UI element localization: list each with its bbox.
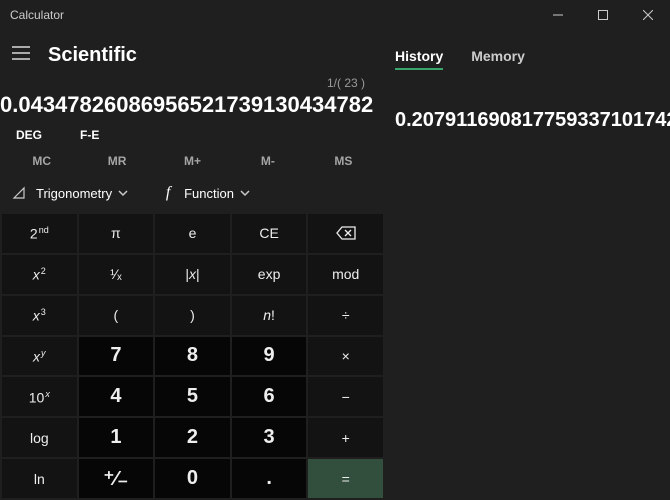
chevron-down-icon — [240, 186, 250, 201]
mplus-button[interactable]: M+ — [155, 154, 230, 168]
result: 0.0434782608695652173913043478260 — [0, 92, 373, 118]
x-power-y-button[interactable]: xy — [2, 337, 77, 376]
x-squared-button[interactable]: x2 — [2, 255, 77, 294]
dropdown-row: Trigonometry f Function — [0, 176, 385, 214]
tab-history[interactable]: History — [395, 48, 443, 70]
menu-button[interactable] — [12, 46, 48, 65]
divide-button[interactable]: ÷ — [308, 296, 383, 335]
digit-1-button[interactable]: 1 — [79, 418, 154, 457]
maximize-button[interactable] — [580, 0, 625, 30]
side-panel: History Memory sin₀( 12 ) = 0.2079116908… — [385, 30, 670, 500]
trigonometry-label: Trigonometry — [36, 186, 112, 201]
mode-label: Scientific — [48, 44, 137, 67]
app-body: Scientific 1/( 23 ) 0.043478260869565217… — [0, 30, 670, 500]
minimize-button[interactable] — [535, 0, 580, 30]
tabs: History Memory — [395, 38, 670, 76]
mc-button[interactable]: MC — [4, 154, 79, 168]
keypad: 2nd π e CE x2 ¹⁄ₓ |x| exp mod x3 ( ) n! … — [0, 214, 385, 500]
expression: 1/( 23 ) — [0, 76, 373, 92]
pi-button[interactable]: π — [79, 214, 154, 253]
backspace-button[interactable] — [308, 214, 383, 253]
multiply-button[interactable]: × — [308, 337, 383, 376]
deg-button[interactable]: DEG — [16, 128, 80, 142]
second-button[interactable]: 2nd — [2, 214, 77, 253]
digit-0-button[interactable]: 0 — [155, 459, 230, 498]
exp-button[interactable]: exp — [232, 255, 307, 294]
digit-2-button[interactable]: 2 — [155, 418, 230, 457]
digit-6-button[interactable]: 6 — [232, 377, 307, 416]
factorial-button[interactable]: n! — [232, 296, 307, 335]
x-cubed-button[interactable]: x3 — [2, 296, 77, 335]
chevron-down-icon — [118, 186, 128, 201]
mminus-button[interactable]: M- — [230, 154, 305, 168]
rparen-button[interactable]: ) — [155, 296, 230, 335]
abs-button[interactable]: |x| — [155, 255, 230, 294]
history-result: 0.20791169081775933710174228440513 — [395, 108, 670, 133]
header: Scientific — [0, 30, 385, 74]
add-button[interactable]: + — [308, 418, 383, 457]
digit-5-button[interactable]: 5 — [155, 377, 230, 416]
title-bar: Calculator — [0, 0, 670, 30]
digit-9-button[interactable]: 9 — [232, 337, 307, 376]
ln-button[interactable]: ln — [2, 459, 77, 498]
function-label: Function — [184, 186, 234, 201]
subtract-button[interactable]: − — [308, 377, 383, 416]
tab-memory[interactable]: Memory — [471, 48, 525, 70]
log-button[interactable]: log — [2, 418, 77, 457]
calculator-panel: Scientific 1/( 23 ) 0.043478260869565217… — [0, 30, 385, 500]
negate-button[interactable]: ⁺⁄₋ — [79, 459, 154, 498]
digit-4-button[interactable]: 4 — [79, 377, 154, 416]
equals-button[interactable]: = — [308, 459, 383, 498]
digit-3-button[interactable]: 3 — [232, 418, 307, 457]
mod-button[interactable]: mod — [308, 255, 383, 294]
mr-button[interactable]: MR — [79, 154, 154, 168]
ten-power-x-button[interactable]: 10x — [2, 377, 77, 416]
ce-button[interactable]: CE — [232, 214, 307, 253]
trigonometry-dropdown[interactable]: Trigonometry — [6, 178, 132, 208]
memory-row: MC MR M+ M- MS — [0, 142, 385, 176]
function-dropdown[interactable]: f Function — [154, 178, 254, 208]
angle-icon — [10, 186, 30, 200]
reciprocal-button[interactable]: ¹⁄ₓ — [79, 255, 154, 294]
fe-button[interactable]: F-E — [80, 128, 144, 142]
digit-8-button[interactable]: 8 — [155, 337, 230, 376]
digit-7-button[interactable]: 7 — [79, 337, 154, 376]
decimal-button[interactable]: . — [232, 459, 307, 498]
lparen-button[interactable]: ( — [79, 296, 154, 335]
close-button[interactable] — [625, 0, 670, 30]
angle-format-row: DEG F-E — [0, 124, 385, 142]
e-button[interactable]: e — [155, 214, 230, 253]
history-item[interactable]: sin₀( 12 ) = 0.2079116908177593371017422… — [395, 76, 670, 133]
ms-button[interactable]: MS — [306, 154, 381, 168]
display: 1/( 23 ) 0.04347826086956521739130434782… — [0, 74, 385, 124]
function-icon: f — [158, 184, 178, 202]
history-expression: sin₀( 12 ) = — [395, 90, 670, 104]
window-title: Calculator — [0, 8, 535, 22]
